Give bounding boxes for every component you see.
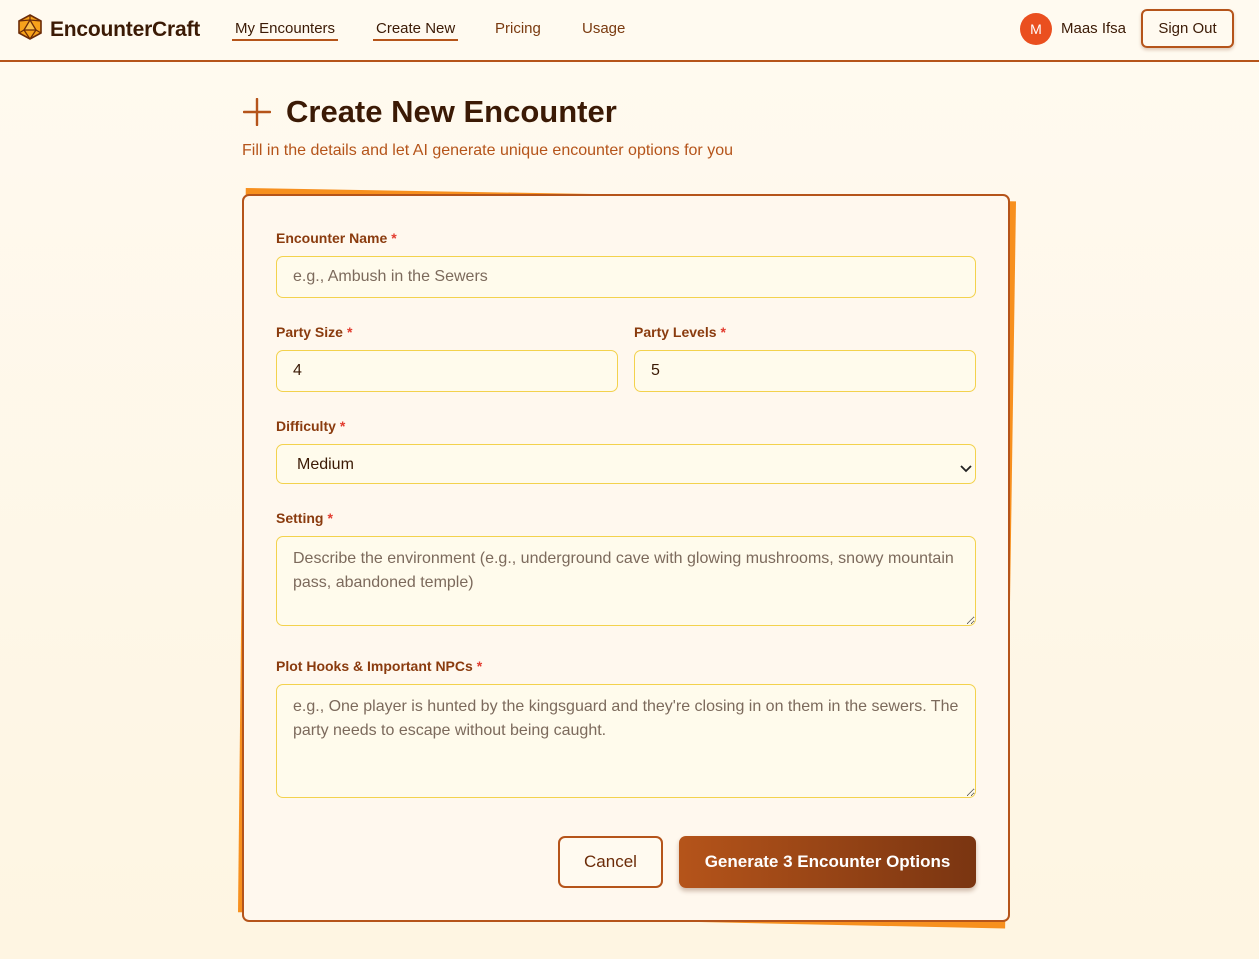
party-levels-label: Party Levels * <box>634 324 726 340</box>
brand-logo[interactable]: EncounterCraft <box>18 14 200 45</box>
nav-usage[interactable]: Usage <box>582 20 625 39</box>
d20-icon <box>18 14 42 45</box>
required-marker: * <box>327 510 333 526</box>
plot-hooks-label: Plot Hooks & Important NPCs * <box>276 658 483 674</box>
plot-hooks-textarea[interactable] <box>276 684 976 798</box>
brand-name: EncounterCraft <box>50 17 201 41</box>
setting-label: Setting * <box>276 510 333 526</box>
sign-out-button[interactable]: Sign Out <box>1141 9 1234 48</box>
nav-my-encounters[interactable]: My Encounters <box>232 20 339 41</box>
cancel-button[interactable]: Cancel <box>558 836 663 888</box>
setting-textarea[interactable] <box>276 536 976 626</box>
chevron-down-icon <box>960 460 972 473</box>
nav-pricing[interactable]: Pricing <box>495 20 541 39</box>
encounter-name-label: Encounter Name * <box>276 230 397 246</box>
required-marker: * <box>339 418 346 434</box>
plus-icon <box>242 97 272 127</box>
difficulty-label: Difficulty * <box>276 418 346 434</box>
required-marker: * <box>391 230 397 246</box>
encounter-name-input[interactable] <box>276 256 976 298</box>
user-name: Maas Ifsa <box>1061 20 1127 37</box>
nav-create-new[interactable]: Create New <box>373 20 459 41</box>
required-marker: * <box>476 658 483 674</box>
required-marker: * <box>720 324 726 340</box>
page-title: Create New Encounter <box>286 94 617 129</box>
generate-encounters-button[interactable]: Generate 3 Encounter Options <box>679 836 976 888</box>
party-size-input[interactable] <box>276 350 618 392</box>
page-subtitle: Fill in the details and let AI generate … <box>242 142 733 159</box>
avatar[interactable]: M <box>1020 13 1052 45</box>
difficulty-select[interactable]: Medium <box>276 444 976 484</box>
required-marker: * <box>346 324 353 340</box>
navbar: EncounterCraft My Encounters Create New … <box>0 0 1259 62</box>
party-size-label: Party Size * <box>276 324 353 340</box>
party-levels-input[interactable] <box>634 350 976 392</box>
